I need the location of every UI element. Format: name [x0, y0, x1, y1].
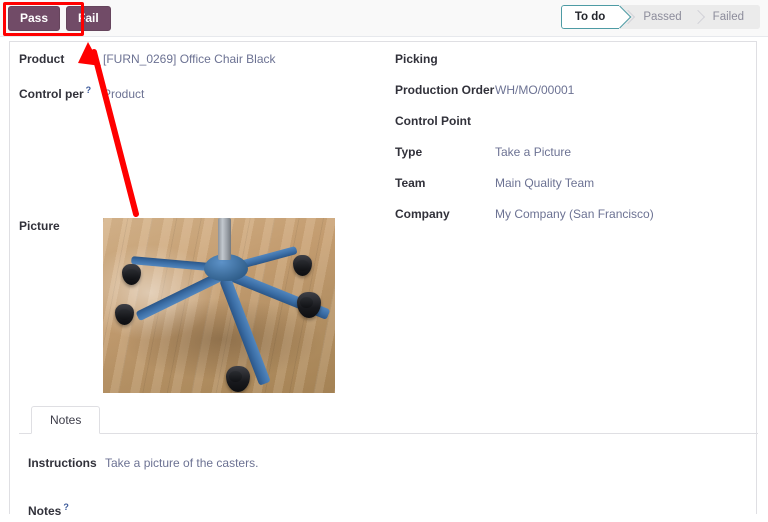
tab-notes[interactable]: Notes — [31, 406, 101, 434]
status-item-todo[interactable]: To do — [560, 5, 620, 29]
form-group-left: Product [FURN_0269] Office Chair Black C… — [19, 51, 399, 117]
status-item-todo-label: To do — [574, 11, 606, 23]
field-instructions: Instructions Take a picture of the caste… — [28, 455, 758, 471]
field-picture: Picture — [19, 218, 335, 393]
field-picking-label: Picking — [395, 52, 438, 66]
form-group-right: Picking Production Order WH/MO/00001 Con… — [395, 51, 745, 237]
form-sheet: Product [FURN_0269] Office Chair Black C… — [9, 41, 758, 518]
pass-button[interactable]: Pass — [8, 6, 61, 31]
field-type-label: Type — [395, 145, 423, 159]
field-control-per-label: Control per? — [19, 85, 92, 101]
quality-check-form-page: Pass Fail To do Passed Failed Product [F… — [0, 0, 768, 522]
field-notes-label: Notes? — [28, 502, 69, 518]
chair-gas-cylinder — [218, 218, 231, 260]
field-team-label: Team — [395, 176, 426, 190]
tab-notes-label: Notes — [50, 413, 82, 427]
notebook: Notes Instructions Take a picture of the… — [19, 405, 758, 522]
status-item-failed[interactable]: Failed — [697, 5, 760, 29]
notebook-tab-strip: Notes — [19, 405, 758, 434]
status-item-passed[interactable]: Passed — [628, 5, 698, 29]
help-icon[interactable]: ? — [63, 502, 69, 512]
fail-button[interactable]: Fail — [66, 6, 111, 31]
notebook-tab-body: Instructions Take a picture of the caste… — [19, 434, 758, 519]
picture-thumbnail[interactable] — [103, 218, 335, 393]
field-control-per: Control per? Product — [19, 82, 399, 102]
field-product-value[interactable]: [FURN_0269] Office Chair Black — [103, 51, 276, 67]
field-team-value[interactable]: Main Quality Team — [495, 175, 594, 191]
field-production-order: Production Order WH/MO/00001 — [395, 82, 745, 98]
field-company: Company My Company (San Francisco) — [395, 206, 745, 222]
field-control-point: Control Point — [395, 113, 745, 129]
status-bar: To do Passed Failed — [560, 5, 760, 29]
field-control-point-label: Control Point — [395, 114, 471, 128]
field-production-order-label: Production Order — [395, 83, 495, 97]
field-type-value[interactable]: Take a Picture — [495, 144, 571, 160]
field-picture-label: Picture — [19, 219, 60, 233]
help-icon[interactable]: ? — [86, 85, 92, 95]
field-picking: Picking — [395, 51, 745, 67]
field-control-per-value[interactable]: Product — [103, 86, 144, 102]
field-product-label: Product — [19, 52, 65, 66]
control-panel: Pass Fail To do Passed Failed — [0, 0, 768, 37]
control-panel-buttons: Pass Fail — [8, 6, 111, 31]
field-product: Product [FURN_0269] Office Chair Black — [19, 51, 399, 67]
field-type: Type Take a Picture — [395, 144, 745, 160]
field-company-value[interactable]: My Company (San Francisco) — [495, 206, 654, 222]
field-team: Team Main Quality Team — [395, 175, 745, 191]
field-instructions-label: Instructions — [28, 456, 97, 470]
field-company-label: Company — [395, 207, 450, 221]
field-production-order-value[interactable]: WH/MO/00001 — [495, 82, 574, 98]
field-notes: Notes? — [28, 499, 758, 519]
field-instructions-value[interactable]: Take a picture of the casters. — [105, 455, 258, 471]
status-item-failed-label: Failed — [712, 11, 744, 23]
status-item-passed-label: Passed — [643, 11, 682, 23]
